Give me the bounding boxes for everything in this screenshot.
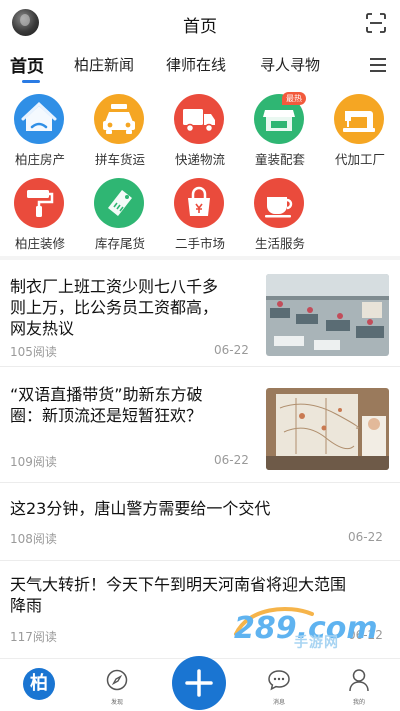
chat-bubble-icon (268, 670, 290, 691)
nav-mine[interactable]: 我的 (334, 659, 384, 711)
read-count: 109阅读 (10, 455, 57, 469)
divider (0, 560, 400, 561)
coffee-cup-icon (254, 178, 304, 228)
grid-item-label: 童装配套 (254, 152, 305, 167)
hot-badge: 最热 (282, 92, 306, 105)
compass-icon (106, 669, 128, 691)
divider (0, 366, 400, 367)
news-title-line: 则上万，比公务员工资都高， (10, 298, 219, 317)
active-tab-indicator (22, 80, 40, 83)
news-title: “双语直播带货”助新东方破 圈：新顶流还是短暂狂欢？ (10, 384, 203, 426)
read-count: 108阅读 (10, 532, 57, 546)
house-icon (14, 94, 64, 144)
news-title-line: 圈：新顶流还是短暂狂欢？ (10, 406, 203, 425)
news-item[interactable]: 制衣厂上班工资少则七八千多 则上万，比公务员工资都高， 网友热议 105阅读 0… (0, 262, 400, 366)
top-bar: 首页 (0, 0, 400, 46)
paint-roller-icon (14, 178, 64, 228)
news-item[interactable]: 这23分钟，唐山警方需要给一个交代 108阅读 06-22 (0, 486, 400, 562)
grid-item-stock-clearance[interactable]: 库存尾货 (80, 176, 160, 256)
news-title-line: 网友热议 (10, 319, 75, 338)
scan-icon[interactable] (366, 13, 386, 33)
read-count: 117阅读 (10, 630, 57, 644)
news-date: 06-22 (348, 530, 383, 544)
news-title: 制衣厂上班工资少则七八千多 则上万，比公务员工资都高， 网友热议 (10, 276, 218, 339)
nav-label: 发现 (110, 699, 123, 706)
category-tabs: 首页 柏庄新闻 律师在线 寻人寻物 (0, 50, 400, 84)
news-item[interactable]: “双语直播带货”助新东方破 圈：新顶流还是短暂狂欢？ 109阅读 06-22 (0, 370, 400, 482)
grid-item-life-services[interactable]: 生活服务 (240, 176, 320, 256)
grid-item-childrens-clothing[interactable]: 最热 童装配套 (240, 92, 320, 172)
grid-item-label: 柏庄装修 (14, 236, 65, 251)
tab-lawyer-online[interactable]: 律师在线 (166, 54, 226, 75)
news-thumbnail (266, 388, 389, 470)
news-thumbnail (266, 274, 389, 356)
grid-item-carpool[interactable]: 拼车货运 (80, 92, 160, 172)
truck-icon (174, 94, 224, 144)
watermark-text: 手游网 (294, 635, 339, 651)
grid-item-real-estate[interactable]: 柏庄房产 (0, 92, 80, 172)
page-title: 首页 (183, 17, 217, 37)
news-title-line: 制衣厂上班工资少则七八千多 (10, 277, 219, 296)
news-title-line: 这23分钟，唐山警方需要给一个交代 (10, 499, 271, 518)
grid-item-decoration[interactable]: 柏庄装修 (0, 176, 80, 256)
site-watermark: 289.com 手游网 (228, 604, 393, 656)
grid-item-express[interactable]: 快递物流 (160, 92, 240, 172)
news-date: 06-22 (214, 453, 249, 467)
shopping-bag-icon (174, 178, 224, 228)
taxi-icon (94, 94, 144, 144)
divider (0, 256, 400, 260)
tab-baizhuang-news[interactable]: 柏庄新闻 (74, 54, 134, 75)
grid-item-second-hand[interactable]: 二手市场 (160, 176, 240, 256)
grid-item-label: 生活服务 (254, 236, 305, 251)
nav-label: 我的 (352, 699, 365, 706)
grid-item-label: 快递物流 (174, 152, 225, 167)
grid-item-label: 二手市场 (174, 236, 225, 251)
sewing-machine-icon (334, 94, 384, 144)
nav-label: 消息 (272, 699, 285, 706)
plus-icon (185, 669, 213, 697)
nav-home[interactable]: 柏 (14, 659, 64, 711)
menu-icon[interactable] (370, 58, 386, 72)
read-count: 105阅读 (10, 345, 57, 359)
tab-lost-and-found[interactable]: 寻人寻物 (260, 54, 320, 75)
publish-button[interactable] (172, 656, 226, 710)
tab-home[interactable]: 首页 (10, 52, 44, 77)
grid-item-label: 拼车货运 (94, 152, 145, 167)
nav-discover[interactable]: 发现 (92, 659, 142, 711)
news-title-line: “双语直播带货”助新东方破 (10, 385, 203, 404)
home-logo-icon: 柏 (23, 668, 55, 700)
grid-item-label: 代加工厂 (334, 152, 385, 167)
grid-item-label: 柏庄房产 (14, 152, 65, 167)
divider (0, 482, 400, 483)
user-icon (349, 669, 369, 692)
news-title-line: 天气大转折！今天下午到明天河南省将迎大范围 (10, 575, 347, 594)
grid-item-label: 库存尾货 (94, 236, 145, 251)
nav-messages[interactable]: 消息 (254, 659, 304, 711)
news-title: 这23分钟，唐山警方需要给一个交代 (10, 498, 270, 519)
grid-item-oem-factory[interactable]: 代加工厂 (320, 92, 400, 172)
news-date: 06-22 (214, 343, 249, 357)
sell-tag-icon (94, 178, 144, 228)
